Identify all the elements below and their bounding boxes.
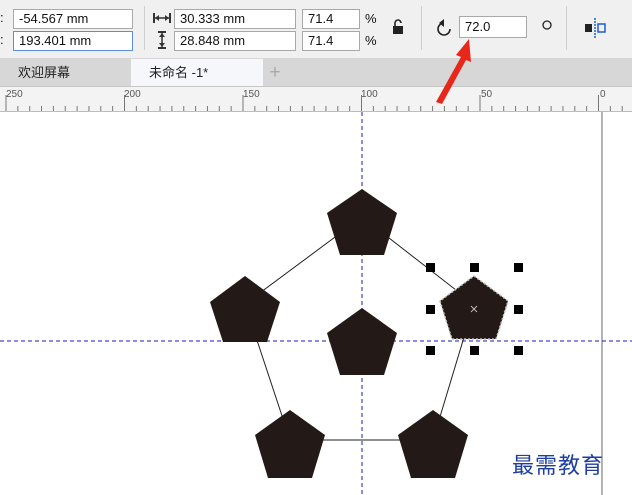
- selection-handle-right[interactable]: [514, 305, 523, 314]
- selection-handle-top-right[interactable]: [514, 263, 523, 272]
- watermark-text: 最需教育: [512, 454, 605, 479]
- rotate-icon: [434, 19, 454, 44]
- height-icon: [156, 31, 168, 54]
- selection-handle-top-left[interactable]: [426, 263, 435, 272]
- pos-y-colon: :: [0, 32, 4, 47]
- separator: [421, 6, 422, 50]
- lock-ratio-icon[interactable]: [391, 18, 405, 41]
- separator: [144, 6, 145, 50]
- pentagon-shape-center[interactable]: [327, 308, 397, 375]
- scale-y-field[interactable]: 71.4: [302, 31, 360, 51]
- separator: [566, 6, 567, 50]
- document-tabs: 欢迎屏幕 未命名 -1* +: [0, 59, 632, 87]
- width-icon: [153, 11, 171, 30]
- pentagon-shape-top[interactable]: [327, 189, 397, 255]
- ruler-ticks: [5, 95, 623, 111]
- selection-handle-left[interactable]: [426, 305, 435, 314]
- selection-handle-bottom-left[interactable]: [426, 346, 435, 355]
- selection-handle-bottom-right[interactable]: [514, 346, 523, 355]
- height-field[interactable]: 28.848 mm: [174, 31, 296, 51]
- pos-x-colon: :: [0, 10, 4, 25]
- pentagon-shape-bottom-right[interactable]: [398, 410, 468, 478]
- position-y-field[interactable]: 193.401 mm: [13, 31, 133, 51]
- position-x-field[interactable]: -54.567 mm: [13, 9, 133, 29]
- tab-untitled-1[interactable]: 未命名 -1*: [131, 59, 263, 86]
- selection-handle-top[interactable]: [470, 263, 479, 272]
- percent-x-label: %: [365, 11, 377, 26]
- drawing-canvas[interactable]: [0, 112, 632, 495]
- pentagon-shape-bottom-left[interactable]: [255, 410, 325, 478]
- scale-x-field[interactable]: 71.4: [302, 9, 360, 29]
- tab-welcome-screen[interactable]: 欢迎屏幕: [0, 59, 130, 86]
- degree-icon: [541, 18, 553, 36]
- percent-y-label: %: [365, 33, 377, 48]
- new-tab-button[interactable]: +: [264, 59, 286, 86]
- horizontal-ruler: 250 200 150 100 50 0: [0, 87, 632, 112]
- rotation-angle-field[interactable]: 72.0: [459, 16, 527, 38]
- selection-handle-bottom[interactable]: [470, 346, 479, 355]
- mirror-icon[interactable]: [583, 17, 607, 44]
- width-field[interactable]: 30.333 mm: [174, 9, 296, 29]
- property-bar: : : -54.567 mm 193.401 mm 30.333 mm 28.8…: [0, 0, 632, 59]
